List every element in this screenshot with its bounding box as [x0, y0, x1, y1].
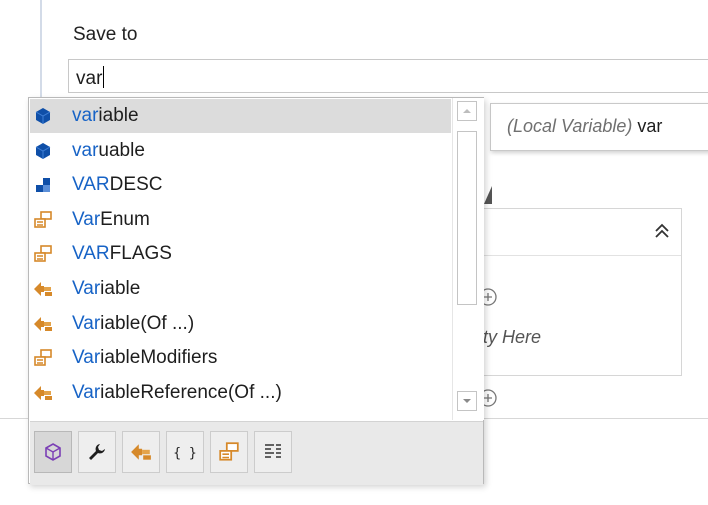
completion-item[interactable]: VariableModifiers [30, 341, 451, 375]
filter-wrench-button[interactable] [78, 431, 116, 473]
tooltip-kind: (Local Variable) [507, 116, 633, 136]
completion-item-rest: iable [100, 278, 141, 299]
scroll-up-button[interactable] [457, 101, 477, 121]
completion-item[interactable]: VARDESC [30, 168, 451, 202]
text-caret [103, 66, 105, 88]
completion-item-label: varuable [72, 140, 145, 162]
local-variable-icon [33, 141, 53, 161]
completion-item-match: VAR [72, 174, 110, 196]
completion-item[interactable]: varuable [30, 134, 451, 168]
save-to-input[interactable]: var [68, 59, 708, 93]
completion-item[interactable]: VarEnum [30, 203, 451, 237]
filter-braces-button[interactable]: { } [166, 431, 204, 473]
enum-icon [33, 348, 53, 368]
completion-item-rest: DESC [109, 174, 163, 196]
structure-icon [33, 175, 53, 195]
completion-item-rest: iable [98, 105, 139, 126]
scroll-down-arrow-icon [463, 399, 471, 403]
save-to-value: var [76, 68, 103, 89]
completion-item-rest: Enum [100, 208, 150, 230]
completion-item[interactable]: variable [30, 99, 451, 133]
completion-item-match: Var [72, 208, 101, 230]
completion-item-match: Var [72, 347, 101, 369]
activity-header [466, 209, 681, 256]
activity-icon [33, 314, 53, 334]
completion-item-match: VAR [72, 243, 110, 265]
completion-item-match: var [72, 139, 99, 161]
completion-item-rest: iableReference(Of ...) [100, 381, 282, 403]
completion-item-match: Var [72, 381, 101, 403]
intellisense-popup: variable varuable VARDESC VarEnum VARFLAGS Va… [28, 97, 484, 485]
completion-item-rest: iableModifiers [100, 347, 218, 369]
completion-item-match: var [72, 105, 99, 126]
save-to-label: Save to [73, 24, 138, 45]
activity-icon [130, 441, 152, 463]
completion-list: variable varuable VARDESC VarEnum VARFLAGS Va… [29, 98, 451, 420]
completion-item-match: Var [72, 278, 101, 299]
svg-text:{ }: { } [174, 446, 196, 461]
local-variable-icon [33, 106, 53, 126]
completion-item-label: VarEnum [72, 209, 150, 231]
filter-activity-button[interactable] [122, 431, 160, 473]
completion-filter-bar: { } [30, 421, 483, 485]
scroll-thumb[interactable] [457, 131, 477, 305]
completion-item[interactable]: VARFLAGS [30, 237, 451, 271]
completion-item[interactable]: Variable(Of ...) [30, 307, 451, 341]
cube-icon [42, 441, 64, 463]
completion-item[interactable]: VariableReference(Of ...) [30, 376, 451, 410]
activity-icon [33, 383, 53, 403]
completion-item-match: Var [72, 312, 101, 334]
completion-item-label: Variable [72, 278, 140, 300]
completion-scrollbar[interactable] [452, 98, 484, 420]
enum-icon [33, 244, 53, 264]
quick-info-tooltip: (Local Variable) var [490, 103, 708, 151]
braces-icon: { } [174, 441, 196, 463]
scroll-down-button[interactable] [457, 391, 477, 411]
snippet-icon [262, 441, 284, 463]
completion-item-label: VARFLAGS [72, 243, 172, 265]
filter-cube-button[interactable] [34, 431, 72, 473]
save-to-input-text[interactable]: var [76, 66, 105, 90]
completion-item-rest: FLAGS [109, 243, 172, 265]
tooltip-name: var [637, 116, 663, 136]
completion-item-label: VariableReference(Of ...) [72, 382, 282, 404]
enum-icon [33, 210, 53, 230]
completion-item-label: variable [72, 105, 139, 127]
left-rule [40, 0, 42, 110]
collapse-chevron-icon[interactable] [651, 219, 673, 241]
completion-item-label: VARDESC [72, 174, 162, 196]
wrench-icon [86, 441, 108, 463]
filter-snippet-button[interactable] [254, 431, 292, 473]
filter-enum-button[interactable] [210, 431, 248, 473]
completion-item-rest: iable(Of ...) [100, 312, 195, 334]
enum-icon [218, 441, 240, 463]
scroll-up-arrow-icon [463, 109, 471, 113]
completion-item-label: Variable(Of ...) [72, 313, 194, 335]
activity-icon [33, 279, 53, 299]
completion-item-label: VariableModifiers [72, 347, 217, 369]
completion-item[interactable]: Variable [30, 272, 451, 306]
completion-item-rest: uable [98, 139, 145, 161]
